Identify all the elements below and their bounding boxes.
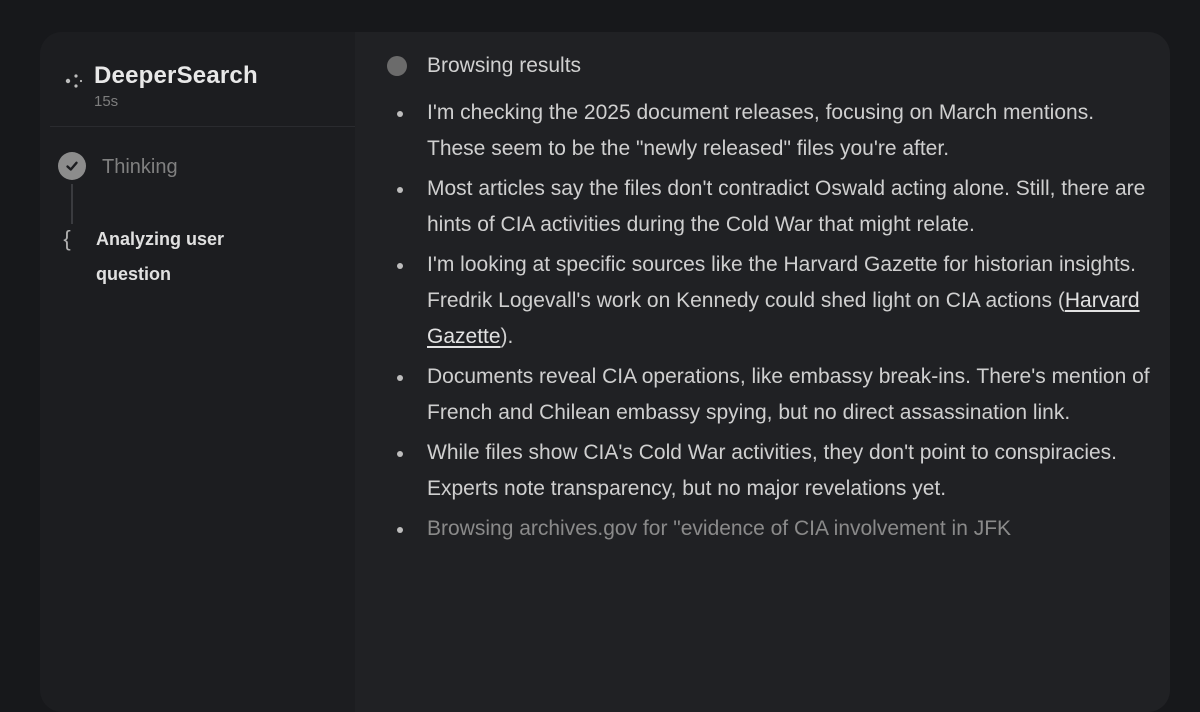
list-item-text: Browsing archives.gov for "evidence of C… bbox=[427, 517, 1012, 540]
list-item: While files show CIA's Cold War activiti… bbox=[393, 435, 1153, 507]
list-item: Browsing archives.gov for "evidence of C… bbox=[393, 511, 1153, 547]
section-header: Browsing results bbox=[387, 54, 581, 78]
check-circle-icon bbox=[58, 152, 86, 180]
bullet-icon bbox=[397, 263, 403, 269]
list-item-text: Most articles say the files don't contra… bbox=[427, 177, 1146, 236]
list-item-text: While files show CIA's Cold War activiti… bbox=[427, 441, 1118, 500]
results-content: Browsing results I'm checking the 2025 d… bbox=[355, 32, 1170, 712]
bullet-icon bbox=[397, 527, 403, 533]
bracket-icon: { bbox=[63, 226, 71, 251]
brand-text: DeeperSearch 15s bbox=[94, 62, 258, 110]
list-item: I'm checking the 2025 document releases,… bbox=[393, 95, 1153, 167]
sidebar: DeeperSearch 15s Thinking { Analyzing us… bbox=[40, 32, 355, 712]
list-item-text: Documents reveal CIA operations, like em… bbox=[427, 365, 1150, 424]
step-analyzing-label: Analyzing user question bbox=[96, 229, 225, 284]
sidebar-divider bbox=[50, 126, 355, 127]
globe-icon bbox=[387, 56, 407, 76]
list-item-text: I'm checking the 2025 document releases,… bbox=[427, 101, 1095, 160]
step-thinking-label: Thinking bbox=[102, 156, 178, 178]
bullet-icon bbox=[397, 187, 403, 193]
list-item-text: I'm looking at specific sources like the… bbox=[427, 253, 1136, 312]
list-item-text-end: ). bbox=[500, 325, 514, 348]
bullet-icon bbox=[397, 375, 403, 381]
sparkle-icon bbox=[65, 74, 83, 88]
duration-label: 15s bbox=[94, 93, 119, 110]
step-analyzing[interactable]: { Analyzing user question bbox=[52, 226, 266, 292]
bullet-icon bbox=[397, 111, 403, 117]
list-item: I'm looking at specific sources like the… bbox=[393, 247, 1153, 355]
bullet-icon bbox=[397, 451, 403, 457]
step-connector bbox=[71, 184, 73, 224]
results-list: I'm checking the 2025 document releases,… bbox=[393, 95, 1153, 551]
list-item: Documents reveal CIA operations, like em… bbox=[393, 359, 1153, 431]
brand-title: DeeperSearch bbox=[94, 62, 258, 89]
deepersearch-panel: DeeperSearch 15s Thinking { Analyzing us… bbox=[40, 32, 1170, 712]
step-thinking[interactable]: Thinking bbox=[58, 152, 178, 180]
brand-header[interactable]: DeeperSearch 15s bbox=[62, 62, 258, 110]
list-item: Most articles say the files don't contra… bbox=[393, 171, 1153, 243]
section-title: Browsing results bbox=[427, 54, 582, 77]
